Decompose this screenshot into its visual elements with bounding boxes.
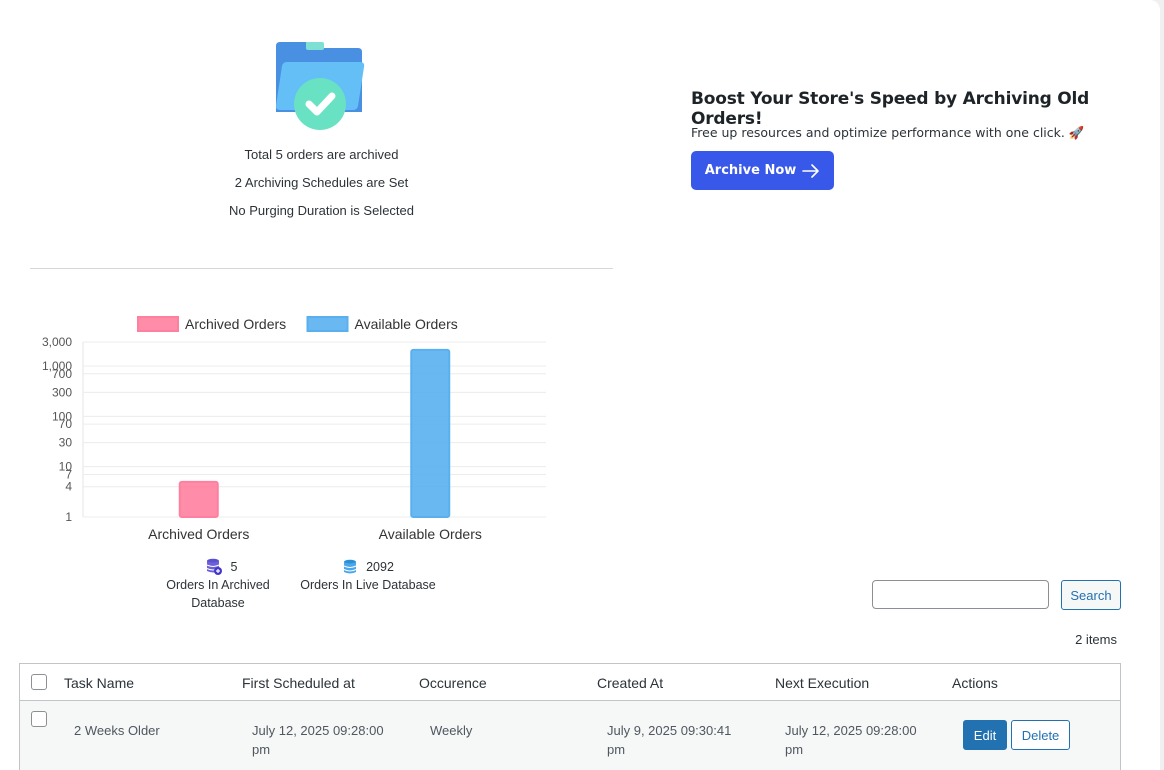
select-all-checkbox[interactable] <box>31 674 47 690</box>
y-tick-label: 3,000 <box>42 335 72 349</box>
orders-chart: Archived Orders Available Orders 14710307… <box>42 316 546 542</box>
cell-task-name: 2 Weeks Older <box>74 723 160 738</box>
section-divider <box>30 268 613 269</box>
archived-db-label: Orders In Archived Database <box>166 578 270 610</box>
cell-created-at: July 9, 2025 09:30:41 pm <box>607 723 732 757</box>
header-actions: Actions <box>952 675 998 691</box>
chart-y-axis: 1471030701003007001,0003,000 <box>42 335 72 524</box>
header-next-execution[interactable]: Next Execution <box>775 675 869 691</box>
promo-title: Boost Your Store's Speed by Archiving Ol… <box>691 89 1090 129</box>
row-checkbox[interactable] <box>31 711 47 727</box>
legend-label: Archived Orders <box>185 316 286 332</box>
live-db-stat: 2092 Orders In Live Database <box>296 558 440 594</box>
chart-bars <box>178 348 451 519</box>
live-db-label: Orders In Live Database <box>300 578 436 592</box>
search-input[interactable] <box>872 580 1049 609</box>
edit-button[interactable]: Edit <box>963 720 1007 750</box>
legend-label: Available Orders <box>355 316 458 332</box>
legend-swatch <box>137 316 179 332</box>
page-edge <box>1160 0 1164 770</box>
header-occurence[interactable]: Occurence <box>419 675 487 691</box>
table-row: 2 Weeks Older July 12, 2025 09:28:00 pm … <box>20 701 1120 770</box>
header-created-at[interactable]: Created At <box>597 675 663 691</box>
schedules-text: 2 Archiving Schedules are Set <box>234 175 409 190</box>
arrow-right-icon <box>802 163 820 178</box>
chart-x-axis: Archived Orders Available Orders <box>148 526 482 542</box>
promo-text: Free up resources and optimize performan… <box>691 125 1085 140</box>
delete-button[interactable]: Delete <box>1011 720 1070 750</box>
cell-first-scheduled: July 12, 2025 09:28:00 pm <box>252 723 384 757</box>
y-tick-label: 300 <box>52 385 72 399</box>
total-archived-text: Total 5 orders are archived <box>244 147 399 162</box>
bar-archived-orders <box>178 480 219 519</box>
archived-db-count: 5 <box>230 560 238 574</box>
table-header: Task Name First Scheduled at Occurence C… <box>20 664 1120 701</box>
items-count: 2 items <box>1075 632 1117 647</box>
cell-occurence: Weekly <box>430 723 473 738</box>
header-first-scheduled[interactable]: First Scheduled at <box>242 675 355 691</box>
archive-database-icon <box>206 558 222 575</box>
archived-db-stat: 5 Orders In Archived Database <box>150 558 286 612</box>
y-tick-label: 4 <box>65 480 72 494</box>
bar-available-orders <box>410 348 451 518</box>
y-tick-label: 10 <box>59 460 73 474</box>
y-tick-label: 1,000 <box>42 359 72 373</box>
tasks-table: Task Name First Scheduled at Occurence C… <box>19 663 1121 770</box>
live-database-icon <box>343 559 357 574</box>
chart-grid <box>82 341 546 518</box>
x-tick-label: Archived Orders <box>148 526 249 542</box>
chart-legend: Archived Orders Available Orders <box>137 316 458 332</box>
y-tick-label: 100 <box>52 409 72 423</box>
header-task-name[interactable]: Task Name <box>64 675 134 691</box>
main-panel: Total 5 orders are archived 2 Archiving … <box>0 0 1160 770</box>
purging-text: No Purging Duration is Selected <box>229 203 414 218</box>
search-button[interactable]: Search <box>1061 580 1121 610</box>
y-tick-label: 30 <box>59 436 73 450</box>
y-tick-label: 1 <box>65 510 72 524</box>
archive-now-button[interactable]: Archive Now <box>691 151 834 190</box>
live-db-count: 2092 <box>366 560 394 574</box>
x-tick-label: Available Orders <box>379 526 482 542</box>
archive-now-label: Archive Now <box>704 163 797 178</box>
cell-next-execution: July 12, 2025 09:28:00 pm <box>785 723 917 757</box>
legend-swatch <box>306 316 349 332</box>
archive-folder-icon <box>276 42 365 130</box>
